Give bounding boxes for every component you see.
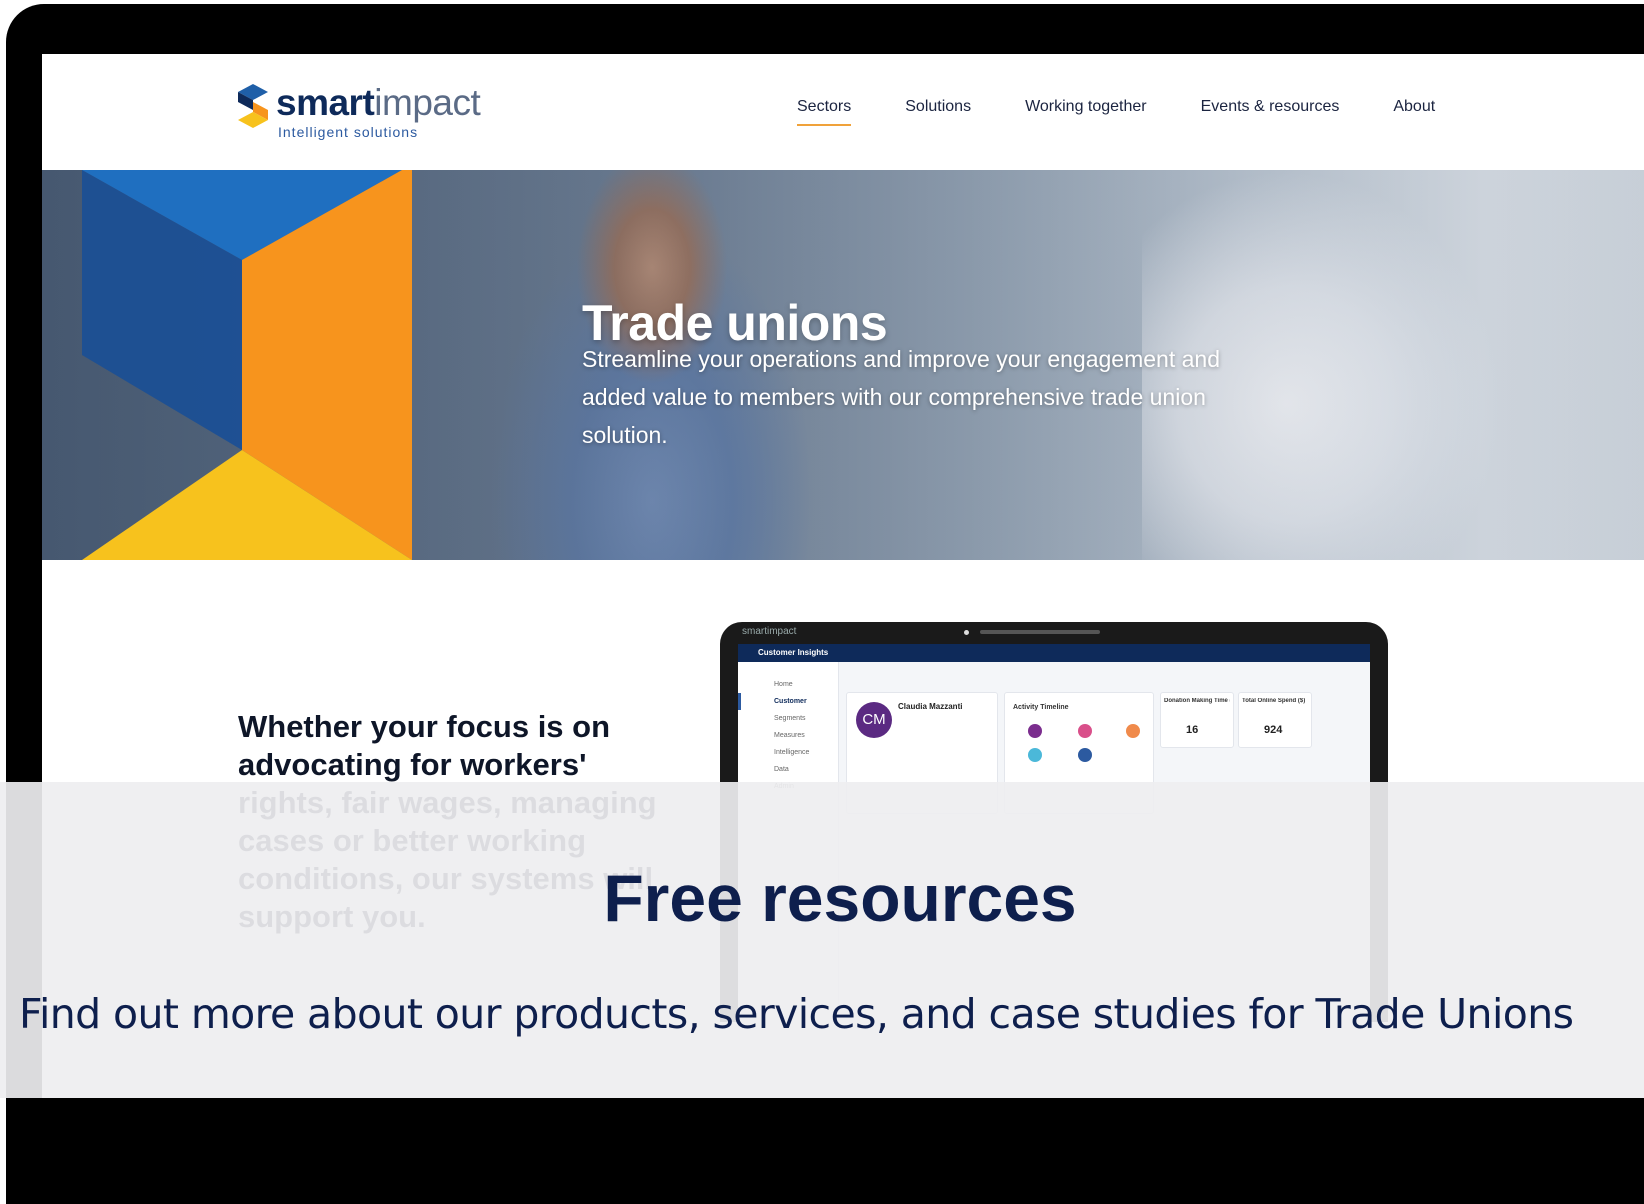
- activity-bubble-icon: [1028, 748, 1042, 762]
- nav-item-solutions[interactable]: Solutions: [905, 98, 971, 126]
- activity-bubble-icon: [1126, 724, 1140, 738]
- app-sidebar-item: Home: [774, 681, 793, 688]
- nav-item-working-together[interactable]: Working together: [1025, 98, 1147, 126]
- site-logo[interactable]: smartimpact Intelligent solutions: [238, 82, 508, 144]
- device-brand-label: smartimpact: [742, 626, 797, 637]
- logo-mark-icon: [238, 84, 268, 128]
- activity-bubble-icon: [1028, 724, 1042, 738]
- kpi-value: 16: [1186, 724, 1199, 736]
- device-camera-icon: [964, 630, 969, 635]
- main-navigation: Sectors Solutions Working together Event…: [797, 98, 1489, 126]
- kpi-label: Total Online Spend ($): [1242, 698, 1306, 704]
- nav-item-events-resources[interactable]: Events & resources: [1201, 98, 1340, 126]
- overlay-subtitle: Find out more about our products, servic…: [19, 990, 1574, 1038]
- nav-item-about[interactable]: About: [1393, 98, 1435, 126]
- app-sidebar-item: Customer: [738, 693, 838, 710]
- activity-bubble-icon: [1078, 724, 1092, 738]
- app-sidebar-item: Data: [774, 766, 789, 773]
- hero-banner: Trade unions Streamline your operations …: [42, 170, 1644, 560]
- app-sidebar-item: Measures: [774, 732, 805, 739]
- customer-avatar: CM: [856, 702, 892, 738]
- brand-hexagon-graphic: [82, 170, 412, 560]
- overlay-title: Free resources: [603, 861, 1077, 935]
- logo-tagline: Intelligent solutions: [278, 124, 419, 140]
- customer-name: Claudia Mazzanti: [898, 702, 963, 711]
- resources-overlay: [0, 782, 1644, 1098]
- app-sidebar-item: Intelligence: [774, 749, 810, 756]
- kpi-label: Donation Making Time (l)...: [1164, 698, 1230, 704]
- activity-title: Activity Timeline: [1013, 704, 1069, 711]
- app-title-bar: Customer Insights: [738, 644, 1370, 662]
- app-sidebar-item: Segments: [774, 715, 806, 722]
- kpi-value: 924: [1264, 724, 1283, 736]
- logo-wordmark: smartimpact: [276, 82, 481, 123]
- hero-description: Streamline your operations and improve y…: [582, 346, 1220, 448]
- activity-bubble-icon: [1078, 748, 1092, 762]
- nav-item-sectors[interactable]: Sectors: [797, 98, 852, 126]
- device-notch: [980, 630, 1100, 634]
